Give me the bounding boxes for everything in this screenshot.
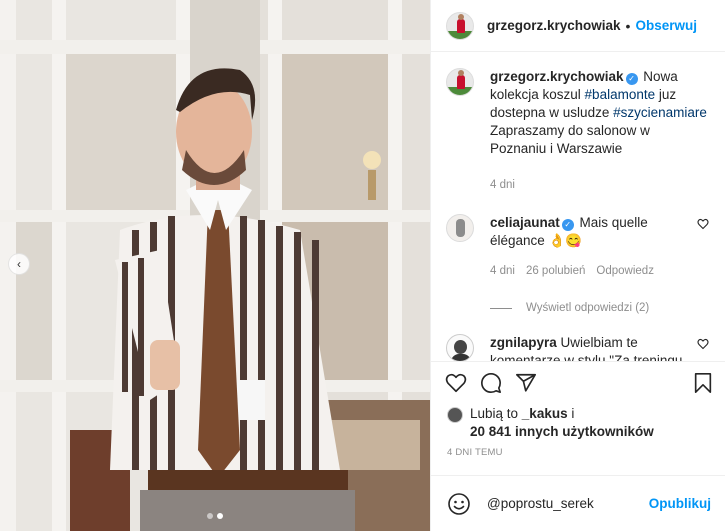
comment-item: zgnilapyra Uwielbiam te komentarze w sty… [446, 334, 709, 361]
bookmark-icon[interactable] [691, 371, 715, 395]
verified-badge-icon: ✓ [561, 219, 574, 231]
publish-button[interactable]: Opublikuj [649, 496, 711, 511]
verified-badge-icon: ✓ [625, 73, 638, 85]
view-replies-button[interactable]: Wyświetl odpowiedzi (2) [490, 302, 709, 314]
posted-time[interactable]: 4 DNI TEMU [431, 441, 725, 475]
comments-list[interactable]: grzegorz.krychowiak ✓ Nowa kolekcja koszu… [431, 52, 725, 361]
chevron-left-icon: ‹ [17, 257, 21, 271]
action-bar [431, 361, 725, 403]
carousel-dot-active [217, 513, 223, 519]
caption-author-avatar[interactable] [446, 68, 474, 96]
comment-like-heart-icon[interactable] [697, 338, 709, 350]
carousel-dots [0, 513, 430, 519]
emoji-icon[interactable] [447, 492, 471, 516]
comment-item: celiajaunat ✓ Mais quelle élégance 👌😋 4 d… [446, 214, 709, 280]
commenter-avatar[interactable] [446, 334, 474, 361]
comment-username[interactable]: zgnilapyra [490, 335, 557, 350]
heart-icon[interactable] [444, 371, 468, 395]
comment-time[interactable]: 4 dni [490, 262, 515, 280]
follow-button[interactable]: Obserwuj [635, 18, 697, 33]
carousel-dot [207, 513, 213, 519]
author-username[interactable]: grzegorz.krychowiak [487, 18, 621, 33]
comment-input[interactable]: @poprostu_serek [487, 496, 649, 511]
caption: grzegorz.krychowiak ✓ Nowa kolekcja koszu… [446, 68, 709, 194]
photo-scene [0, 0, 430, 531]
comment-icon[interactable] [479, 371, 503, 395]
post-photo[interactable]: ‹ [0, 0, 430, 531]
caption-username[interactable]: grzegorz.krychowiak [490, 69, 624, 84]
likes-mid: i [567, 406, 575, 421]
author-avatar[interactable] [446, 11, 474, 40]
replies-line [490, 307, 512, 309]
commenter-avatar[interactable] [446, 214, 474, 242]
separator-dot: • [625, 17, 631, 34]
share-icon[interactable] [514, 371, 538, 395]
hashtag-link[interactable]: #balamonte [585, 87, 656, 102]
instagram-post-modal: ‹ grzegorz.krychowiak • Obserwuj grzegor… [0, 0, 725, 531]
caption-time[interactable]: 4 dni [490, 176, 515, 194]
hashtag-link[interactable]: #szycienamiare [613, 105, 707, 120]
comment-likes[interactable]: 26 polubień [526, 262, 585, 280]
reply-button[interactable]: Odpowiedz [596, 262, 654, 280]
liker-username[interactable]: _kakus [522, 406, 568, 421]
comment-username[interactable]: celiajaunat [490, 215, 560, 230]
caption-text: Zapraszamy do salonow w Poznaniu i Warsz… [490, 123, 650, 156]
add-comment-bar: @poprostu_serek Opublikuj [431, 475, 725, 531]
post-header: grzegorz.krychowiak • Obserwuj [431, 0, 725, 52]
post-side-panel: grzegorz.krychowiak • Obserwuj grzegorz.… [430, 0, 725, 531]
likes-prefix: Lubią to [470, 406, 522, 421]
comment-like-heart-icon[interactable] [697, 218, 709, 230]
carousel-prev-button[interactable]: ‹ [8, 253, 30, 275]
view-replies-label: Wyświetl odpowiedzi (2) [526, 302, 650, 314]
likes-summary[interactable]: Lubią to _kakus i 20 841 innych użytkown… [431, 403, 725, 441]
liker-avatar[interactable] [447, 407, 463, 423]
likes-count[interactable]: 20 841 innych użytkowników [470, 424, 654, 439]
